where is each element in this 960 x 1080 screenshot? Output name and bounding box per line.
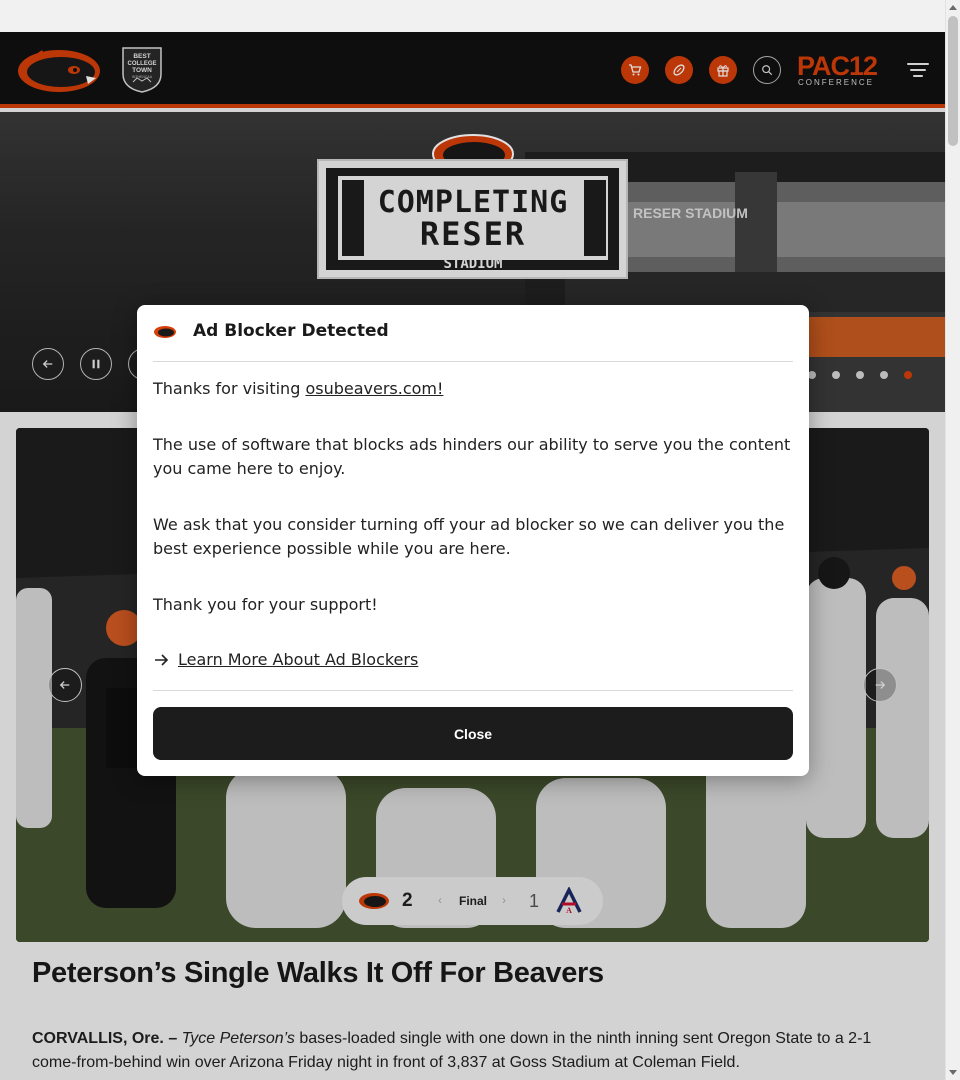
- scroll-thumb[interactable]: [948, 16, 958, 146]
- ad-blocker-modal: Ad Blocker Detected Thanks for visiting …: [137, 305, 809, 776]
- beavers-modal-logo: [154, 326, 176, 338]
- modal-paragraph-1: The use of software that blocks ads hind…: [153, 435, 791, 478]
- page-scrollbar[interactable]: [945, 0, 960, 1080]
- modal-title: Ad Blocker Detected: [193, 321, 389, 341]
- modal-thanks-prefix: Thanks for visiting: [153, 379, 306, 398]
- scroll-up-arrow[interactable]: [949, 5, 957, 10]
- learn-more-row[interactable]: Learn More About Ad Blockers: [153, 650, 418, 669]
- modal-paragraph-3: Thank you for your support!: [153, 595, 378, 614]
- learn-more-link[interactable]: Learn More About Ad Blockers: [178, 650, 418, 669]
- modal-thanks: Thanks for visiting osubeavers.com!: [153, 377, 798, 401]
- modal-divider-top: [153, 361, 793, 362]
- modal-divider-bottom: [153, 690, 793, 691]
- osubeavers-link[interactable]: osubeavers.com!: [305, 379, 443, 398]
- browser-top-strip: [0, 0, 945, 32]
- modal-paragraph-2: We ask that you consider turning off you…: [153, 515, 785, 558]
- arrow-right-icon: [155, 653, 169, 666]
- scroll-down-arrow[interactable]: [949, 1070, 957, 1075]
- close-button[interactable]: Close: [153, 707, 793, 760]
